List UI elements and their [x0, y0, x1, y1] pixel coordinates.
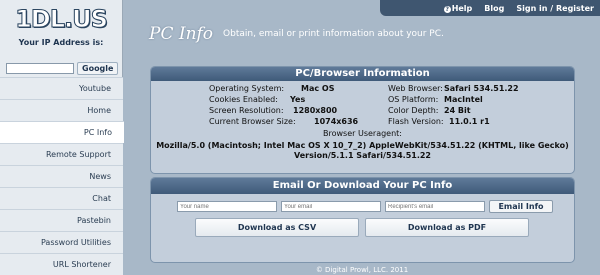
sidebar-item-pastebin[interactable]: Pastebin: [0, 209, 123, 231]
sidebar-nav: Youtube Home PC Info Remote Support News…: [0, 77, 124, 275]
search-row: Google: [0, 60, 122, 76]
help-link[interactable]: ? Help: [443, 3, 473, 13]
download-pdf-button[interactable]: Download as PDF: [365, 218, 529, 237]
info-row: Cookies Enabled: Yes OS Platform: MacInt…: [151, 95, 574, 105]
email-field[interactable]: [281, 201, 381, 212]
platform-label: OS Platform:: [388, 95, 439, 104]
sidebar-item-pc-info[interactable]: PC Info: [0, 121, 124, 143]
help-icon: ?: [443, 5, 451, 13]
info-row: Current Browser Size: 1074x636 Flash Ver…: [151, 117, 574, 127]
flash-label: Flash Version:: [388, 117, 444, 126]
signin-link[interactable]: Sign in / Register: [516, 4, 594, 13]
resolution-label: Screen Resolution:: [209, 106, 284, 115]
email-download-panel: Email Or Download Your PC Info Email Inf…: [150, 177, 575, 263]
sidebar: 1DL.US Your IP Address is: Google Youtub…: [0, 0, 124, 275]
main-content: PC Info Obtain, email or print informati…: [124, 16, 600, 275]
sidebar-item-news[interactable]: News: [0, 165, 123, 187]
info-row: Screen Resolution: 1280x800 Color Depth:…: [151, 106, 574, 116]
sidebar-item-home[interactable]: Home: [0, 99, 123, 121]
download-csv-button[interactable]: Download as CSV: [195, 218, 359, 237]
help-label: Help: [451, 3, 473, 13]
page-header: PC Info Obtain, email or print informati…: [124, 16, 600, 52]
page-subtitle: Obtain, email or print information about…: [223, 29, 444, 39]
email-info-button[interactable]: Email Info: [489, 200, 553, 213]
top-nav: ? Help Blog Sign in / Register: [380, 0, 600, 16]
browser-info-panel: PC/Browser Information Operating System:…: [150, 66, 575, 174]
sidebar-item-chat[interactable]: Chat: [0, 187, 123, 209]
browser-value: Safari 534.51.22: [444, 84, 519, 93]
browser-size-label: Current Browser Size:: [209, 117, 296, 126]
useragent-value: Mozilla/5.0 (Macintosh; Intel Mac OS X 1…: [151, 141, 574, 161]
info-row: Operating System: Mac OS Web Browser: Sa…: [151, 84, 574, 94]
sidebar-item-remote-support[interactable]: Remote Support: [0, 143, 123, 165]
color-depth-label: Color Depth:: [388, 106, 439, 115]
color-depth-value: 24 Bit: [444, 106, 471, 115]
useragent-label: Browser Useragent:: [323, 129, 402, 138]
ip-label: Your IP Address is:: [18, 38, 104, 47]
resolution-value: 1280x800: [293, 106, 338, 115]
browser-label: Web Browser:: [388, 84, 443, 93]
ip-value: [0, 47, 122, 57]
sidebar-item-password-utilities[interactable]: Password Utilities: [0, 231, 123, 253]
cookies-value: Yes: [290, 95, 306, 104]
search-input[interactable]: [6, 62, 74, 74]
recipient-email-field[interactable]: [385, 201, 485, 212]
email-form-row: Email Info: [177, 200, 557, 213]
page-title: PC Info: [149, 24, 214, 44]
os-label: Operating System:: [209, 84, 285, 93]
email-download-heading: Email Or Download Your PC Info: [151, 178, 574, 194]
sidebar-item-url-shortener[interactable]: URL Shortener: [0, 253, 123, 275]
sidebar-item-youtube[interactable]: Youtube: [0, 77, 123, 99]
site-logo[interactable]: 1DL.US: [0, 0, 122, 37]
useragent-line-1: Mozilla/5.0 (Macintosh; Intel Mac OS X 1…: [156, 141, 569, 150]
browser-size-value: 1074x636: [314, 117, 359, 126]
google-search-button[interactable]: Google: [77, 61, 119, 75]
flash-value: 11.0.1 r1: [449, 117, 490, 126]
footer-copyright: © Digital Prowl, LLC. 2011: [315, 266, 409, 274]
platform-value: MacIntel: [444, 95, 483, 104]
browser-info-heading: PC/Browser Information: [151, 67, 574, 81]
useragent-line-2: Version/5.1.1 Safari/534.51.22: [294, 151, 431, 160]
cookies-label: Cookies Enabled:: [209, 95, 278, 104]
os-value: Mac OS: [301, 84, 335, 93]
blog-link[interactable]: Blog: [484, 4, 504, 13]
name-field[interactable]: [177, 201, 277, 212]
